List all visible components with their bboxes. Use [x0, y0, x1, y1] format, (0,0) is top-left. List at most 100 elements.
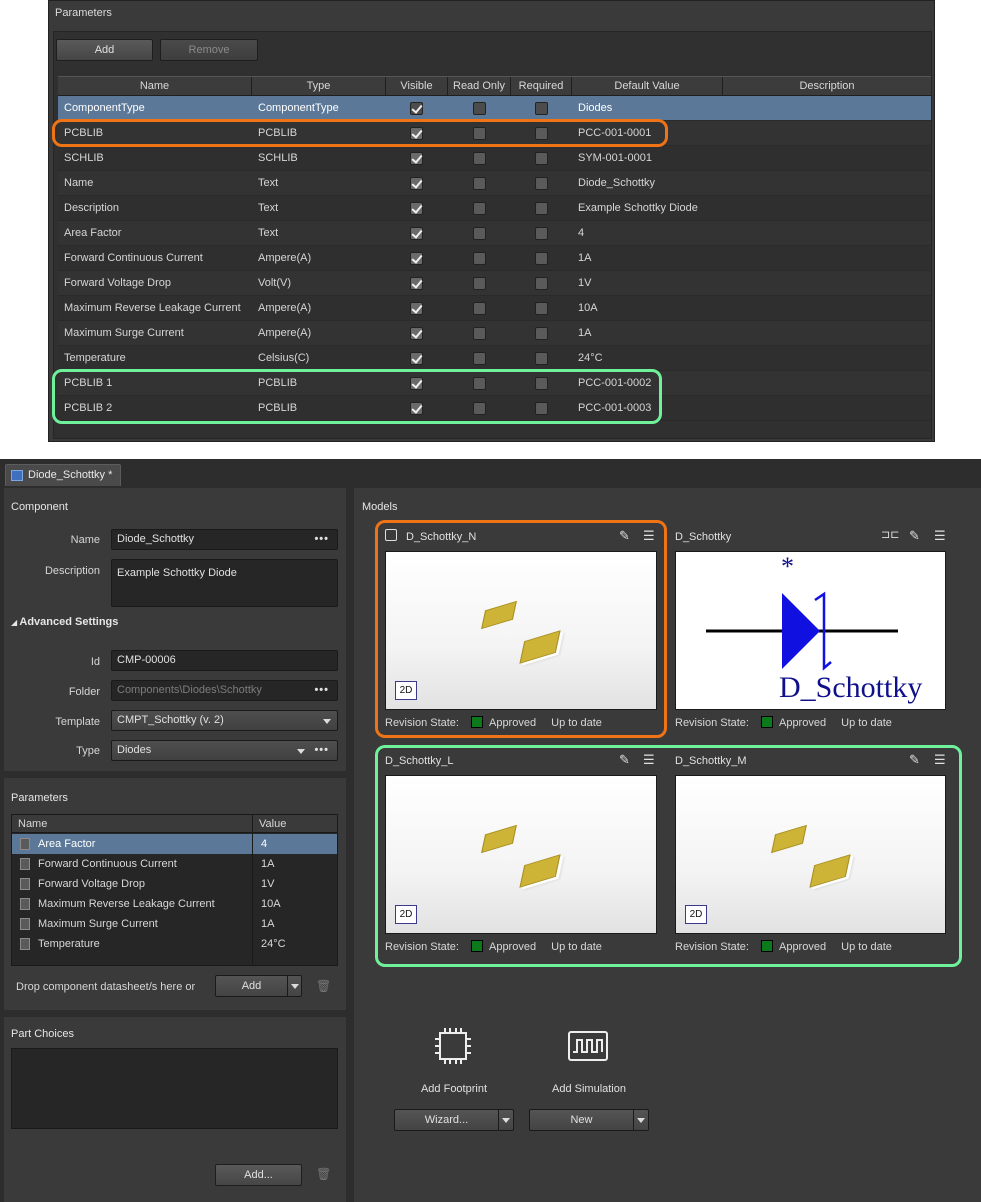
- remove-parameter-button[interactable]: Remove: [160, 39, 258, 61]
- param-name-cell[interactable]: Forward Continuous Current: [58, 246, 252, 271]
- list-item[interactable]: Maximum Surge Current 1A: [12, 914, 337, 934]
- type-more-button[interactable]: •••: [314, 741, 329, 760]
- visible-checkbox[interactable]: [410, 252, 423, 265]
- table-row[interactable]: Maximum Surge Current Ampere(A) 1A: [58, 321, 931, 346]
- param-name-cell[interactable]: Temperature: [58, 346, 252, 371]
- param-default-cell[interactable]: 1V: [572, 271, 723, 296]
- table-row[interactable]: Name Text Diode_Schottky: [58, 171, 931, 196]
- add-part-choice-button[interactable]: Add...: [215, 1164, 302, 1186]
- chevron-down-icon[interactable]: [637, 1118, 645, 1123]
- param-default-cell[interactable]: Diode_Schottky: [572, 171, 723, 196]
- param-default-cell[interactable]: 10A: [572, 296, 723, 321]
- read-only-checkbox[interactable]: [473, 177, 486, 190]
- param-name-cell[interactable]: Maximum Reverse Leakage Current: [58, 296, 252, 321]
- type-dropdown[interactable]: Diodes •••: [111, 740, 338, 761]
- add-parameter-button[interactable]: Add: [56, 39, 153, 61]
- add-simulation-label[interactable]: Add Simulation: [539, 1083, 639, 1095]
- table-row[interactable]: Temperature Celsius(C) 24°C: [58, 346, 931, 371]
- chevron-down-icon[interactable]: [291, 984, 299, 989]
- add-datasheet-button[interactable]: Add: [215, 975, 302, 997]
- param-name-cell[interactable]: SCHLIB: [58, 146, 252, 171]
- name-more-button[interactable]: •••: [314, 530, 329, 549]
- list-item[interactable]: Forward Continuous Current 1A: [12, 854, 337, 874]
- param-type-cell[interactable]: Ampere(A): [252, 246, 386, 271]
- required-checkbox[interactable]: [535, 277, 548, 290]
- add-footprint-label[interactable]: Add Footprint: [404, 1083, 504, 1095]
- param-description-cell[interactable]: [723, 271, 931, 296]
- required-checkbox[interactable]: [535, 252, 548, 265]
- list-item[interactable]: Forward Voltage Drop 1V: [12, 874, 337, 894]
- parameter-value[interactable]: 24°C: [261, 934, 286, 954]
- visible-checkbox[interactable]: [410, 352, 423, 365]
- param-default-cell[interactable]: Example Schottky Diode: [572, 196, 723, 221]
- new-simulation-button[interactable]: New: [529, 1109, 649, 1131]
- param-name-cell[interactable]: Name: [58, 171, 252, 196]
- param-description-cell[interactable]: [723, 371, 931, 396]
- folder-more-button[interactable]: •••: [314, 681, 329, 700]
- wizard-button-label[interactable]: Wizard...: [395, 1110, 499, 1130]
- param-type-cell[interactable]: Text: [252, 171, 386, 196]
- required-checkbox[interactable]: [535, 327, 548, 340]
- parameter-value[interactable]: 1V: [261, 874, 274, 894]
- menu-icon[interactable]: ☰: [934, 528, 946, 544]
- name-field[interactable]: Diode_Schottky •••: [111, 529, 338, 550]
- param-description-cell[interactable]: [723, 146, 931, 171]
- read-only-checkbox[interactable]: [473, 327, 486, 340]
- read-only-checkbox[interactable]: [473, 102, 486, 115]
- read-only-checkbox[interactable]: [473, 352, 486, 365]
- visible-checkbox[interactable]: [410, 102, 423, 115]
- parameter-value[interactable]: 4: [261, 834, 267, 854]
- required-checkbox[interactable]: [535, 152, 548, 165]
- param-type-cell[interactable]: SCHLIB: [252, 146, 386, 171]
- param-type-cell[interactable]: Text: [252, 196, 386, 221]
- param-name-cell[interactable]: Area Factor: [58, 221, 252, 246]
- table-row[interactable]: Area Factor Text 4: [58, 221, 931, 246]
- visible-checkbox[interactable]: [410, 327, 423, 340]
- param-description-cell[interactable]: [723, 296, 931, 321]
- param-description-cell[interactable]: [723, 96, 931, 121]
- visible-checkbox[interactable]: [410, 277, 423, 290]
- col-header-name[interactable]: Name: [58, 77, 252, 96]
- param-name-cell[interactable]: Description: [58, 196, 252, 221]
- visible-checkbox[interactable]: [410, 152, 423, 165]
- trash-icon[interactable]: 🗑: [316, 979, 331, 993]
- advanced-settings-toggle[interactable]: ◢ Advanced Settings: [11, 616, 118, 628]
- param-type-cell[interactable]: Ampere(A): [252, 296, 386, 321]
- list-item[interactable]: Temperature 24°C: [12, 934, 337, 954]
- read-only-checkbox[interactable]: [473, 252, 486, 265]
- table-row[interactable]: Forward Continuous Current Ampere(A) 1A: [58, 246, 931, 271]
- read-only-checkbox[interactable]: [473, 302, 486, 315]
- param-type-cell[interactable]: ComponentType: [252, 96, 386, 121]
- param-default-cell[interactable]: 4: [572, 221, 723, 246]
- col-header-value[interactable]: Value: [253, 815, 286, 833]
- chevron-down-icon[interactable]: [502, 1118, 510, 1123]
- new-simulation-label[interactable]: New: [530, 1110, 634, 1130]
- table-row[interactable]: ComponentType ComponentType Diodes: [58, 96, 931, 121]
- model-preview[interactable]: * D_Schottky: [675, 551, 946, 710]
- footprint-chip-icon[interactable]: [433, 1028, 473, 1064]
- param-description-cell[interactable]: [723, 221, 931, 246]
- param-default-cell[interactable]: Diodes: [572, 96, 723, 121]
- read-only-checkbox[interactable]: [473, 277, 486, 290]
- parameter-value[interactable]: 10A: [261, 894, 281, 914]
- read-only-checkbox[interactable]: [473, 202, 486, 215]
- required-checkbox[interactable]: [535, 302, 548, 315]
- add-datasheet-label[interactable]: Add: [216, 976, 288, 996]
- visible-checkbox[interactable]: [410, 227, 423, 240]
- list-item[interactable]: Maximum Reverse Leakage Current 10A: [12, 894, 337, 914]
- visible-checkbox[interactable]: [410, 177, 423, 190]
- list-item[interactable]: Area Factor 4: [12, 834, 337, 854]
- param-type-cell[interactable]: Text: [252, 221, 386, 246]
- param-description-cell[interactable]: [723, 171, 931, 196]
- wizard-button[interactable]: Wizard...: [394, 1109, 514, 1131]
- col-header-required[interactable]: Required: [511, 77, 572, 96]
- required-checkbox[interactable]: [535, 227, 548, 240]
- pin-symbol-icon[interactable]: ⊐⊏: [881, 528, 899, 541]
- param-name-cell[interactable]: ComponentType: [58, 96, 252, 121]
- id-field[interactable]: CMP-00006: [111, 650, 338, 671]
- param-name-cell[interactable]: Maximum Surge Current: [58, 321, 252, 346]
- edit-pencil-icon[interactable]: ✎: [909, 528, 920, 544]
- col-header-description[interactable]: Description: [723, 77, 931, 96]
- col-header-read-only[interactable]: Read Only: [448, 77, 511, 96]
- required-checkbox[interactable]: [535, 352, 548, 365]
